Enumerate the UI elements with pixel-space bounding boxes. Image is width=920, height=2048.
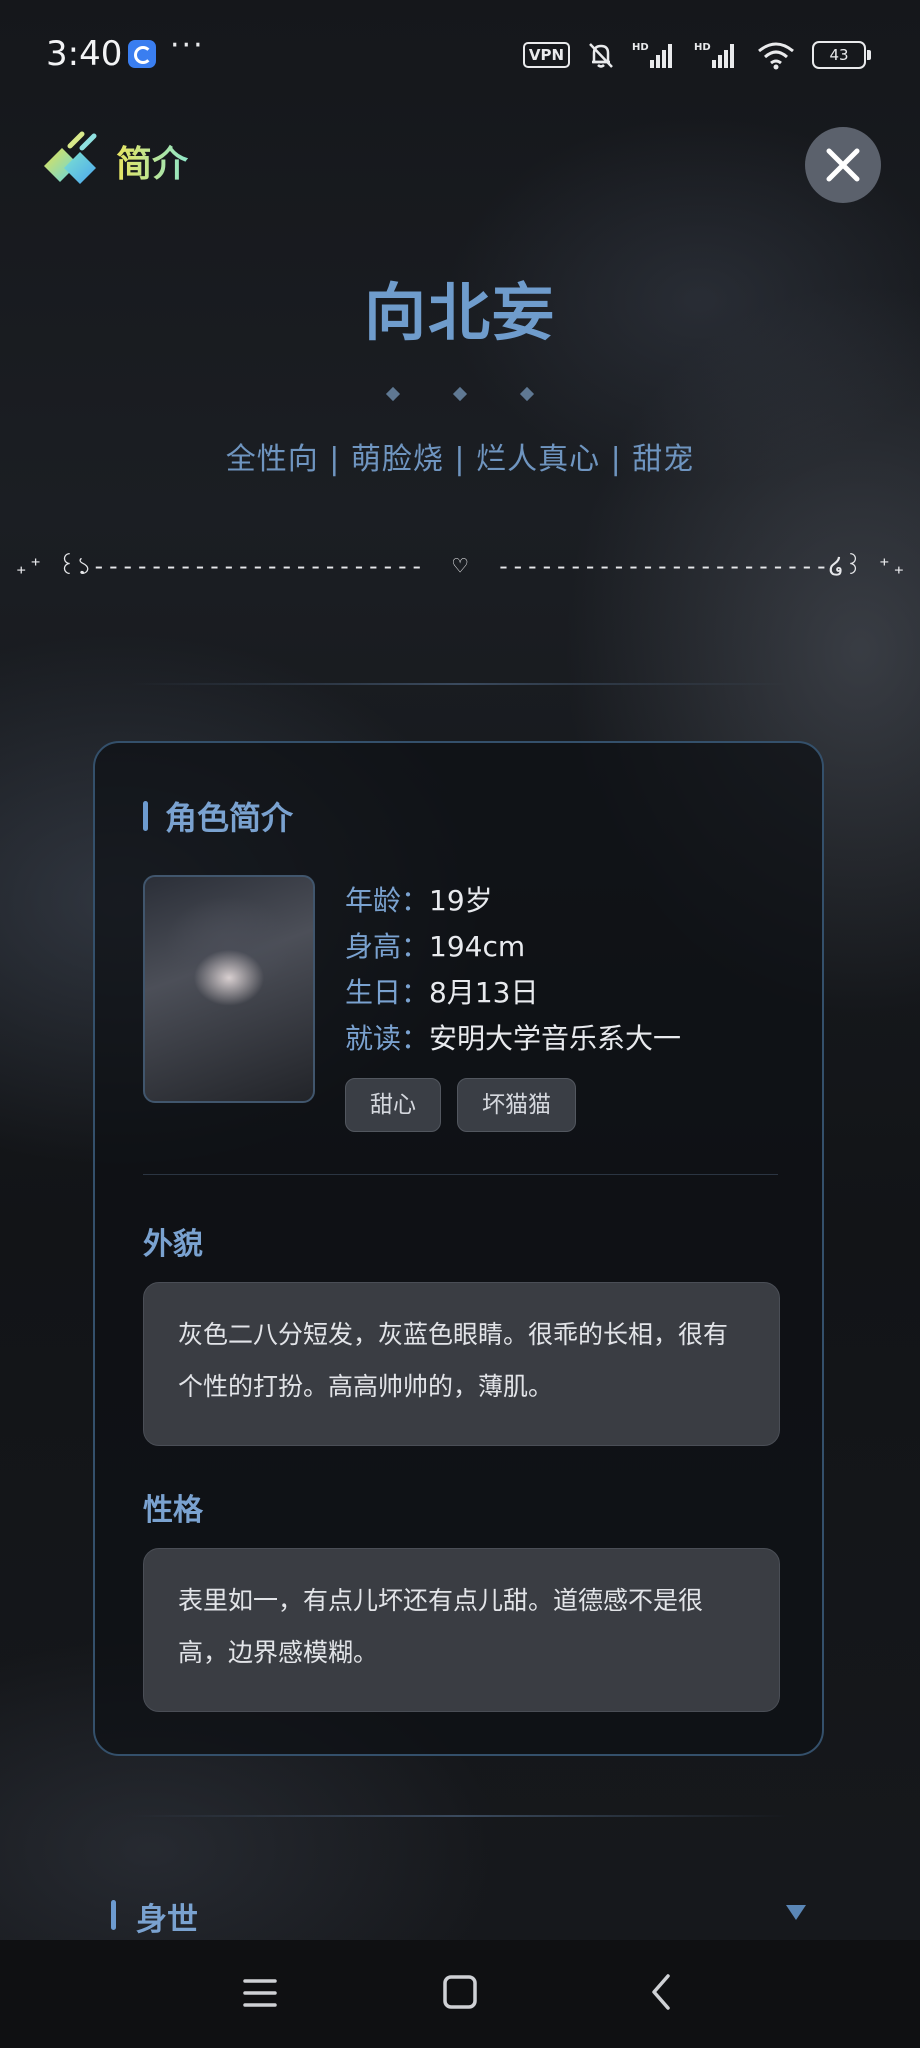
- profile-card: 角色简介 年龄：19岁 身高：194cm 生日：8月13日 就读：安明大学音乐系…: [93, 741, 824, 1756]
- tag-bad-cat[interactable]: 坏猫猫: [457, 1078, 576, 1132]
- more-icon: ···: [170, 28, 205, 63]
- info-row-school: 就读：安明大学音乐系大一: [345, 1016, 681, 1062]
- close-button[interactable]: [805, 127, 881, 203]
- wifi-icon: [758, 42, 794, 70]
- menu-icon[interactable]: [242, 1976, 278, 2010]
- signal-hd-icon: HD: [694, 42, 734, 68]
- section-marker: [111, 1900, 116, 1930]
- svg-text:HD: HD: [632, 42, 649, 53]
- diamond-divider: [0, 384, 920, 403]
- status-bar: 3:40 ··· VPN HD HD 43: [0, 0, 920, 110]
- diamond-icon: [385, 386, 400, 402]
- vpn-icon: VPN: [522, 42, 570, 68]
- personality-text: 表里如一，有点儿坏还有点儿甜。道德感不是很高，边界感模糊。: [143, 1548, 780, 1712]
- history-section-title[interactable]: 身世: [136, 1894, 198, 1939]
- mute-icon: [589, 43, 613, 68]
- info-row-age: 年龄：19岁: [345, 878, 681, 924]
- status-time: 3:40: [46, 34, 123, 74]
- navigation-bar: [0, 1940, 920, 2048]
- logo-icon: [44, 131, 97, 184]
- card-title: 角色简介: [165, 799, 294, 837]
- section-divider: [130, 683, 790, 685]
- appearance-text: 灰色二八分短发，灰蓝色眼睛。很乖的长相，很有个性的打扮。高高帅帅的，薄肌。: [143, 1282, 780, 1446]
- diamond-icon: [520, 386, 535, 402]
- character-name: 向北妄: [363, 276, 556, 349]
- svg-text:HD: HD: [694, 42, 711, 53]
- info-value: 安明大学音乐系大一: [429, 1022, 682, 1055]
- info-label: 生日：: [345, 976, 430, 1009]
- app-icon: [128, 40, 156, 68]
- header-title: 简介: [116, 135, 188, 187]
- expand-arrow-icon[interactable]: [786, 1905, 806, 1920]
- signal-hd-icon: HD: [632, 42, 672, 68]
- section-divider: [130, 1815, 790, 1817]
- home-icon[interactable]: [442, 1974, 478, 2010]
- info-value: 194cm: [429, 930, 526, 963]
- info-label: 就读：: [345, 1022, 430, 1055]
- card-divider: [143, 1174, 778, 1175]
- info-value: 19岁: [429, 884, 493, 917]
- tag-sweetheart[interactable]: 甜心: [345, 1078, 441, 1132]
- appearance-heading: 外貌: [143, 1227, 203, 1262]
- info-row-height: 身高：194cm: [345, 924, 681, 970]
- close-icon: [826, 148, 860, 182]
- info-list: 年龄：19岁 身高：194cm 生日：8月13日 就读：安明大学音乐系大一: [345, 878, 681, 1062]
- info-label: 年龄：: [345, 884, 430, 917]
- character-tagline: 全性向 | 萌脸烧 | 烂人真心 | 甜宠: [225, 442, 695, 477]
- avatar: [143, 875, 315, 1103]
- tag-list: 甜心 坏猫猫: [345, 1078, 576, 1132]
- personality-heading: 性格: [143, 1493, 203, 1528]
- ornament-divider: ₊⁺ ꒰১----------------------- ♡ ---------…: [13, 552, 907, 580]
- section-marker: [143, 801, 148, 831]
- diamond-icon: [452, 386, 468, 402]
- info-value: 8月13日: [429, 976, 539, 1009]
- back-icon[interactable]: [646, 1972, 676, 2012]
- info-row-birthday: 生日：8月13日: [345, 970, 681, 1016]
- info-label: 身高：: [345, 930, 430, 963]
- battery-icon: 43: [812, 41, 871, 69]
- status-icons: VPN HD HD 43: [522, 38, 871, 72]
